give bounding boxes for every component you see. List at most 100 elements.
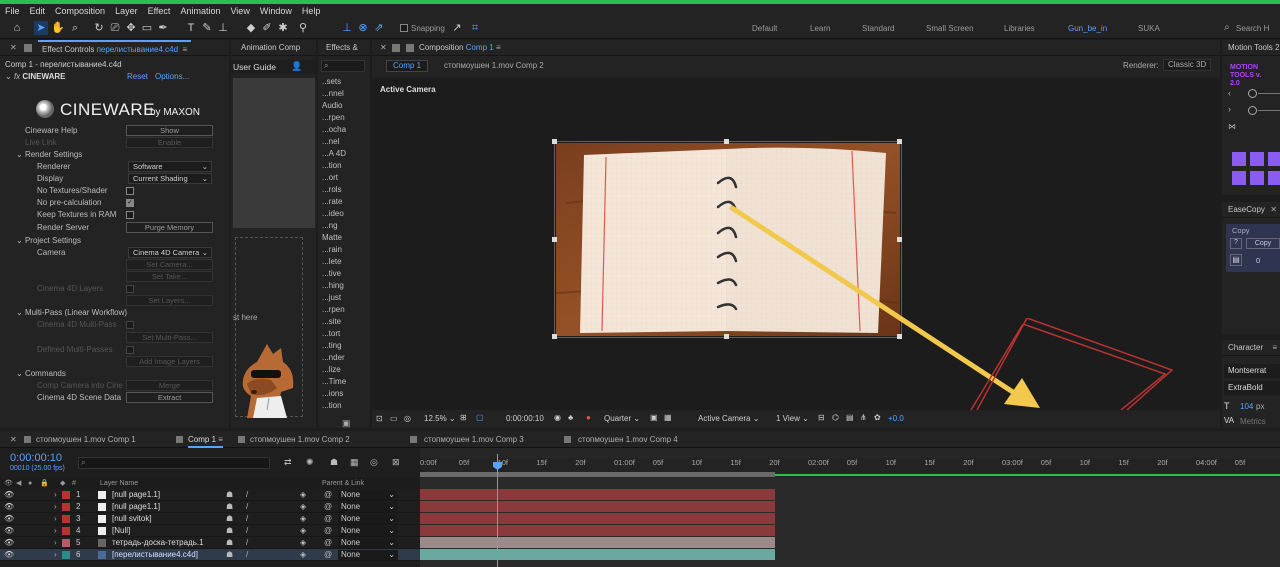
timeline-icon[interactable]: ▤ <box>846 413 854 422</box>
parent-dropdown[interactable]: None ⌄ <box>338 526 398 536</box>
lock-column-icon[interactable]: 🔒 <box>40 478 49 489</box>
region-icon[interactable]: ▣ <box>650 413 658 422</box>
layer-name[interactable]: [Null] <box>112 525 130 537</box>
menu-effect[interactable]: Effect <box>143 6 176 16</box>
grid-icon[interactable]: ⊞ <box>460 413 467 422</box>
3d-layer-icon[interactable]: ◈ <box>300 513 306 525</box>
quality-switch-icon[interactable]: / <box>246 489 248 501</box>
shy-switch-icon[interactable]: ☗ <box>226 549 233 561</box>
effects-category-item[interactable]: ...site <box>322 316 341 328</box>
current-time-display[interactable]: 0:00:00:10 <box>10 452 62 464</box>
workspace-standard[interactable]: Standard <box>862 24 894 33</box>
layer-name[interactable]: [null page1.1] <box>112 489 160 501</box>
align-icon[interactable] <box>1232 152 1246 166</box>
lock-icon[interactable] <box>24 44 32 52</box>
effects-category-item[interactable]: ...rpen <box>322 304 345 316</box>
3d-layer-icon[interactable]: ◈ <box>300 525 306 537</box>
effects-category-item[interactable]: ...hing <box>322 280 344 292</box>
extract-button[interactable]: Extract <box>126 392 213 403</box>
always-preview-icon[interactable]: ⊡ <box>376 414 383 423</box>
3d-layer-icon[interactable]: ◈ <box>300 501 306 513</box>
layer-row[interactable]: 👁 › 2 [null page1.1] ☗ / ◈ @ None ⌄ <box>0 501 420 513</box>
snap-bounds-icon[interactable]: ⌗ <box>468 21 482 35</box>
c4d-multipass-checkbox[interactable] <box>126 321 134 329</box>
motion-tools-tab[interactable]: Motion Tools 2 <box>1222 40 1280 56</box>
menu-file[interactable]: File <box>0 6 25 16</box>
effects-category-item[interactable]: Audio <box>322 100 342 112</box>
menu-layer[interactable]: Layer <box>110 6 143 16</box>
add-image-layers-button[interactable]: Add Image Layers <box>126 356 213 367</box>
axis-local-icon[interactable]: ⊥ <box>340 21 354 35</box>
subtab-comp-2[interactable]: стопмоушен 1.mov Comp 2 <box>444 61 544 70</box>
effects-category-item[interactable]: ...ng <box>322 220 338 232</box>
color-channel-icon[interactable]: ● <box>586 413 591 422</box>
timeline-search-input[interactable]: ⌕ <box>78 457 270 469</box>
snapshot-icon[interactable]: ◉ <box>554 413 561 422</box>
shy-switch-icon[interactable]: ☗ <box>226 525 233 537</box>
snap-icon[interactable]: ↗ <box>450 21 464 35</box>
timeline-tab-comp-1-mov[interactable]: стопмоушен 1.mov Comp 1 <box>36 431 136 448</box>
slider-knob[interactable] <box>1248 106 1257 115</box>
comp-lock-icon[interactable] <box>392 44 400 52</box>
layer-label-color[interactable] <box>62 539 70 547</box>
timeline-graph[interactable]: 0:00f 05f 10f 15f 20f 01:00f 05f 10f 15f 20f 02:00… <box>420 448 1280 567</box>
reset-link[interactable]: Reset <box>127 71 148 83</box>
axis-view-icon[interactable]: ⇗ <box>372 21 386 35</box>
layer-duration-bar[interactable] <box>420 537 775 548</box>
pickwhip-icon[interactable]: @ <box>324 513 332 525</box>
layer-label-color[interactable] <box>62 503 70 511</box>
pickwhip-icon[interactable]: @ <box>324 501 332 513</box>
easecopy-tab[interactable]: EaseCopy <box>1228 205 1265 214</box>
home-icon[interactable]: ⌂ <box>10 21 24 35</box>
effects-category-item[interactable]: ...tort <box>322 328 340 340</box>
transform-handle[interactable] <box>552 139 557 144</box>
monitor-icon[interactable]: ▭ <box>390 414 398 423</box>
workspace-default[interactable]: Default <box>752 24 777 33</box>
effects-category-item[interactable]: ...just <box>322 292 341 304</box>
font-family-dropdown[interactable]: Montserrat <box>1224 364 1280 378</box>
parent-dropdown[interactable]: None ⌄ <box>338 490 398 500</box>
parent-dropdown[interactable]: None ⌄ <box>338 514 398 524</box>
shy-switch-icon[interactable]: ☗ <box>226 537 233 549</box>
help-icon[interactable]: ? <box>1230 238 1242 249</box>
layer-duration-bar[interactable] <box>420 501 775 512</box>
timeline-tab-comp-1[interactable]: Comp 1 ≡ <box>188 431 223 448</box>
commands-group[interactable]: ⌄ Commands <box>16 368 66 380</box>
camera-dropdown[interactable]: Cinema 4D Camera ⌄ <box>128 247 212 258</box>
user-guide-link[interactable]: User Guide <box>233 62 276 72</box>
view-layout-dropdown[interactable]: 1 View ⌄ <box>776 414 809 423</box>
snapping-checkbox[interactable] <box>400 24 408 32</box>
menu-help[interactable]: Help <box>297 6 326 16</box>
user-icon[interactable]: 👤 <box>291 61 302 72</box>
clone-stamp-icon[interactable]: ⊥ <box>216 21 230 35</box>
roto-brush-icon[interactable]: ✐ <box>260 21 274 35</box>
visibility-eye-icon[interactable]: 👁 <box>4 525 14 537</box>
layer-name[interactable]: [null page1.1] <box>112 501 160 513</box>
viewer-timecode[interactable]: 0:00:00:10 <box>506 414 544 423</box>
puppet-tool-icon[interactable]: ✱ <box>276 21 290 35</box>
parent-header[interactable]: Parent & Link <box>322 478 364 489</box>
zoom-dropdown[interactable]: 12.5% ⌄ <box>424 414 456 423</box>
align-icon[interactable] <box>1268 171 1280 185</box>
keep-textures-checkbox[interactable] <box>126 211 134 219</box>
layer-duration-bar[interactable] <box>420 489 775 500</box>
visibility-eye-icon[interactable]: 👁 <box>4 513 14 525</box>
set-camera-button[interactable]: Set Camera... <box>126 259 213 270</box>
mask-icon[interactable]: ▢ <box>476 413 484 422</box>
enable-button[interactable]: Enable <box>126 137 213 148</box>
composition-tab[interactable]: Composition Comp 1 ≡ <box>419 40 501 55</box>
layer-label-color[interactable] <box>62 551 70 559</box>
effects-category-item[interactable]: ...rpen <box>322 112 345 124</box>
effects-category-item[interactable]: ..sets <box>322 76 341 88</box>
timeline-tab-comp-2[interactable]: стопмоушен 1.mov Comp 2 <box>250 431 350 448</box>
layer-row[interactable]: 👁 › 3 [null svitok] ☗ / ◈ @ None ⌄ <box>0 513 420 525</box>
pickwhip-icon[interactable]: @ <box>324 525 332 537</box>
layer-bars-area[interactable] <box>420 478 1280 567</box>
defined-multipasses-checkbox[interactable] <box>126 346 134 354</box>
layer-label-color[interactable] <box>62 527 70 535</box>
layer-name[interactable]: [перелистывание4.c4d] <box>112 549 198 561</box>
eraser-tool-icon[interactable]: ◆ <box>244 21 258 35</box>
menu-edit[interactable]: Edit <box>25 6 51 16</box>
effects-category-item[interactable]: ...nnel <box>322 88 344 100</box>
parent-dropdown[interactable]: None ⌄ <box>338 538 398 548</box>
